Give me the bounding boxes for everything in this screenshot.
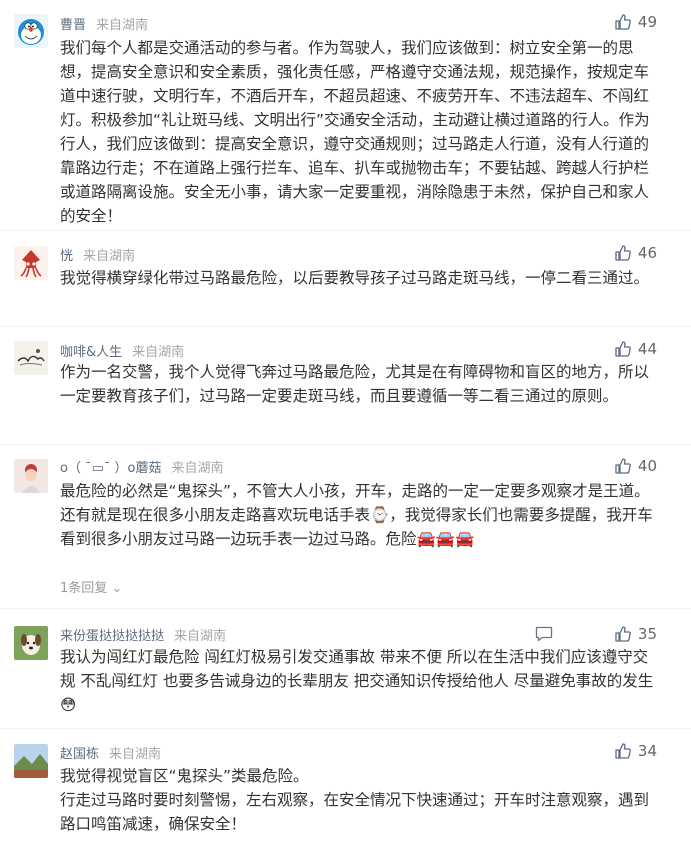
thumbs-up-icon — [615, 743, 631, 759]
source-label: 来自湖南 — [132, 345, 185, 360]
avatar[interactable] — [14, 744, 48, 778]
dog-avatar-icon — [14, 626, 48, 660]
comment-meta: 曹晋 来自湖南 — [60, 14, 149, 33]
like-button[interactable]: 35 — [614, 624, 657, 644]
comment-text: 我们每个人都是交通活动的参与者。作为驾驶人，我们应该做到：树立安全第一的思想，提… — [60, 36, 660, 228]
source-label: 来自湖南 — [96, 18, 149, 33]
avatar[interactable] — [14, 341, 48, 375]
comment-paragraph: 我觉得视觉盲区“鬼探头”类最危险。 — [60, 767, 309, 785]
like-button[interactable]: 49 — [614, 12, 657, 32]
comment-text: 我觉得横穿绿化带过马路最危险，以后要教导孩子过马路走斑马线，一停二看三通过。 — [60, 266, 660, 290]
source-label: 来自湖南 — [174, 629, 227, 644]
like-count: 34 — [637, 742, 657, 760]
comment-paragraph: 我认为闯红灯最危险 闯红灯极易引发交通事故 带来不便 所以在生活中我们应该遵守交… — [60, 648, 654, 714]
comment-meta: 恍来自湖南 — [60, 245, 136, 264]
replies-count[interactable]: 1条回复 — [60, 581, 107, 596]
avatar[interactable] — [14, 626, 48, 660]
replies-link[interactable]: 1条回复 ⌄ — [60, 577, 122, 596]
divider — [0, 444, 691, 445]
squid-avatar-icon — [14, 246, 48, 280]
thumbs-up-icon — [615, 245, 631, 261]
comment-reply-icon[interactable] — [535, 626, 553, 642]
username[interactable]: 曹晋 — [60, 18, 86, 33]
comment-paragraph: 行走过马路时要时刻警惕，左右观察，在安全情况下快速通过；开车时注意观察，遇到路口… — [60, 791, 650, 833]
source-label: 来自湖南 — [171, 461, 224, 476]
avatar[interactable] — [14, 246, 48, 280]
username[interactable]: 来份蛋挞挞挞挞挞 — [60, 629, 164, 644]
comment-paragraph: 我觉得横穿绿化带过马路最危险，以后要教导孩子过马路走斑马线，一停二看三通过。 — [60, 269, 650, 287]
child-photo-avatar-icon — [14, 459, 48, 493]
like-count: 35 — [637, 625, 657, 643]
like-count: 44 — [637, 340, 657, 358]
thumbs-up-icon — [615, 626, 631, 642]
comment-paragraph: 作为一名交警，我个人觉得飞奔过马路最危险，尤其是在有障碍物和盲区的地方，所以一定… — [60, 363, 650, 405]
chevron-down-icon: ⌄ — [107, 581, 123, 596]
doraemon-avatar-icon — [14, 14, 48, 48]
comment-meta: 来份蛋挞挞挞挞挞 来自湖南 — [60, 625, 227, 644]
username[interactable]: 赵国栋 — [60, 747, 99, 762]
thumbs-up-icon — [615, 341, 631, 357]
landscape-avatar-icon — [14, 744, 48, 778]
comment-paragraph: 我们每个人都是交通活动的参与者。作为驾驶人，我们应该做到：树立安全第一的思想，提… — [60, 39, 650, 225]
avatar[interactable] — [14, 459, 48, 493]
like-button[interactable]: 40 — [614, 456, 657, 476]
like-count: 40 — [637, 457, 657, 475]
source-label: 来自湖南 — [109, 747, 162, 762]
thumbs-up-icon — [615, 458, 631, 474]
comment-text: 最危险的必然是“鬼探头”，不管大人小孩，开车，走路的一定一定要多观察才是王道。 … — [60, 479, 660, 551]
username[interactable]: 咖啡&人生 — [60, 345, 122, 360]
divider — [0, 230, 691, 231]
comment-text: 作为一名交警，我个人觉得飞奔过马路最危险，尤其是在有障碍物和盲区的地方，所以一定… — [60, 360, 660, 408]
like-button[interactable]: 44 — [614, 339, 657, 359]
like-count: 46 — [637, 244, 657, 262]
username[interactable]: 恍 — [60, 249, 73, 264]
comment-meta: 咖啡&人生 来自湖南 — [60, 341, 185, 360]
comment-meta: 赵国栋 来自湖南 — [60, 743, 162, 762]
thumbs-up-icon — [615, 14, 631, 30]
comment-text: 我觉得视觉盲区“鬼探头”类最危险。 行走过马路时要时刻警惕，左右观察，在安全情况… — [60, 764, 660, 836]
like-button[interactable]: 46 — [614, 243, 657, 263]
comment-meta: o（ ˉ▭ˉ ）o蘑菇 来自湖南 — [60, 457, 224, 476]
divider — [0, 608, 691, 609]
comment-text: 我认为闯红灯最危险 闯红灯极易引发交通事故 带来不便 所以在生活中我们应该遵守交… — [60, 645, 660, 717]
ink-painting-avatar-icon — [14, 341, 48, 375]
username[interactable]: o（ ˉ▭ˉ ）o蘑菇 — [60, 461, 161, 476]
divider — [0, 728, 691, 729]
avatar[interactable] — [14, 14, 48, 48]
like-count: 49 — [637, 13, 657, 31]
divider — [0, 326, 691, 327]
like-button[interactable]: 34 — [614, 741, 657, 761]
source-label: 来自湖南 — [83, 249, 136, 264]
comment-paragraph: 最危险的必然是“鬼探头”，不管大人小孩，开车，走路的一定一定要多观察才是王道。 — [60, 482, 650, 500]
comment-paragraph: 还有就是现在很多小朋友走路喜欢玩电话手表⌚，我觉得家长们也需要多提醒，我开车看到… — [60, 506, 653, 548]
